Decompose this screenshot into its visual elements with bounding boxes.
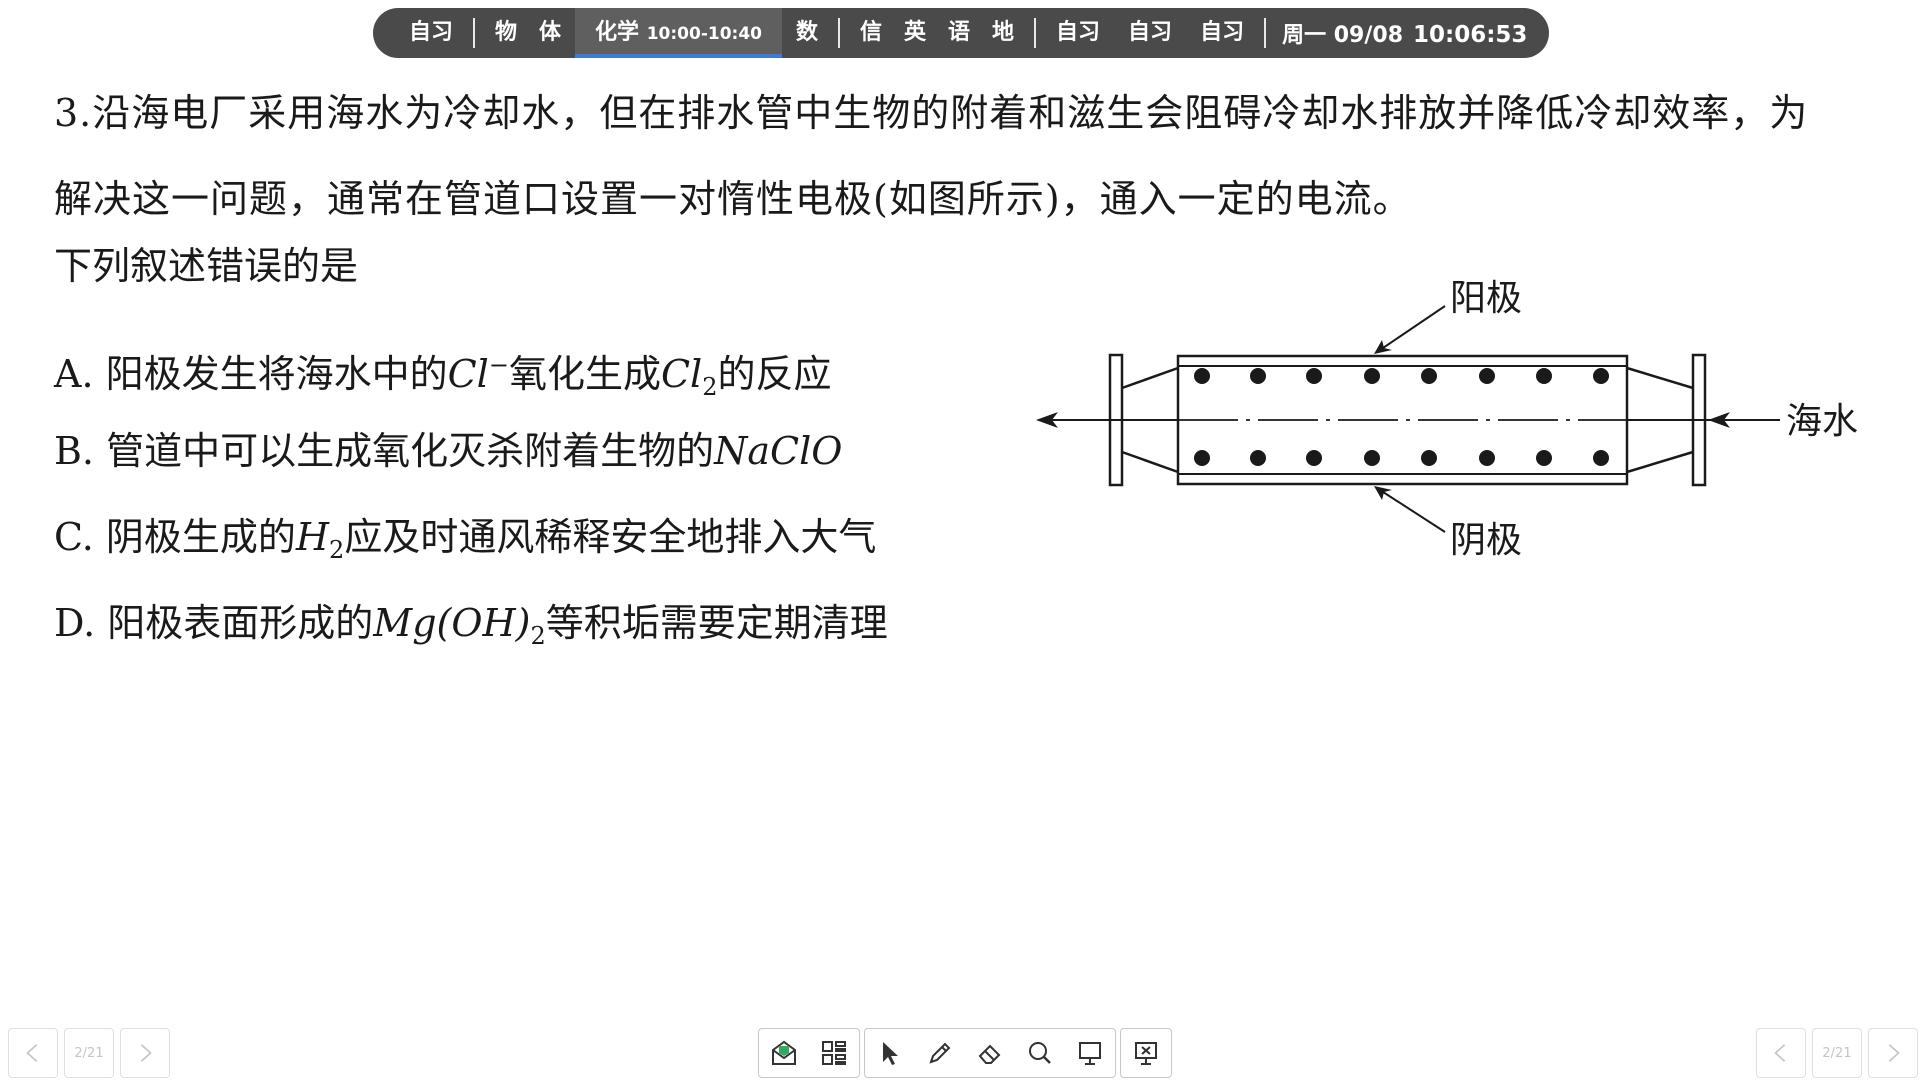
question-line: 3.沿海电厂采用海水为冷却水，但在排水管中生物的附着和滋生会阻碍冷却水排放并降低… bbox=[54, 70, 1884, 156]
question-text: 沿海电厂采用海水为冷却水，但在排水管中生物的附着和滋生会阻碍冷却水排放并降低冷却… bbox=[92, 91, 1809, 135]
formula-base: Mg(OH) bbox=[373, 601, 531, 645]
magnifier-icon bbox=[1029, 1042, 1051, 1064]
formula-sub: 2 bbox=[530, 622, 546, 650]
schedule-slot[interactable]: 数 bbox=[782, 8, 832, 58]
schedule-slot[interactable]: 物 体 bbox=[481, 8, 575, 58]
cathode-label: 阴极 bbox=[1450, 520, 1522, 561]
formula-cl2: Cl2 bbox=[660, 352, 718, 401]
formula-sub: 2 bbox=[329, 536, 345, 564]
classroom-app-button[interactable] bbox=[759, 1029, 809, 1077]
pipe-body bbox=[1176, 354, 1629, 486]
formula-h2: H2 bbox=[295, 515, 344, 564]
option-text: B. 管道中可以生成氧化灭杀附着生物的 bbox=[54, 429, 715, 473]
option-d[interactable]: D. 阳极表面形成的Mg(OH)2等积垢需要定期清理 bbox=[54, 580, 888, 666]
grid-icon bbox=[822, 1041, 846, 1065]
schedule-slot[interactable]: 自习 bbox=[1114, 8, 1186, 58]
anode-label: 阳极 bbox=[1450, 278, 1522, 319]
formula-base: Cl bbox=[660, 352, 703, 396]
chevron-left-icon bbox=[26, 1044, 38, 1062]
active-subject: 化学 bbox=[595, 20, 640, 45]
cathode-arrow-icon bbox=[1374, 486, 1392, 500]
option-c[interactable]: C. 阴极生成的H2应及时通风稀释安全地排入大气 bbox=[54, 494, 888, 580]
formula-naclo: NaClO bbox=[714, 429, 843, 473]
prev-page-button[interactable] bbox=[8, 1028, 58, 1078]
pager-left: 2/21 bbox=[8, 1028, 170, 1078]
eraser-icon bbox=[978, 1044, 1001, 1064]
anode-arrow-icon bbox=[1374, 340, 1392, 354]
clock-time: 10:06:53 bbox=[1413, 22, 1528, 48]
close-presentation-icon bbox=[1135, 1042, 1157, 1065]
option-b[interactable]: B. 管道中可以生成氧化灭杀附着生物的NaClO bbox=[54, 408, 888, 494]
grid-apps-button[interactable] bbox=[809, 1029, 859, 1077]
question-stem: 3.沿海电厂采用海水为冷却水，但在排水管中生物的附着和滋生会阻碍冷却水排放并降低… bbox=[54, 70, 1884, 242]
zoom-tool-button[interactable] bbox=[1015, 1029, 1065, 1077]
eraser-tool-button[interactable] bbox=[965, 1029, 1015, 1077]
option-text: A. 阳极发生将海水中的 bbox=[54, 352, 448, 396]
page-indicator: 2/21 bbox=[1812, 1028, 1862, 1078]
next-page-button[interactable] bbox=[120, 1028, 170, 1078]
toolbar-group-apps bbox=[758, 1028, 860, 1078]
exit-presentation-button[interactable] bbox=[1121, 1029, 1171, 1077]
schedule-divider bbox=[1264, 18, 1267, 48]
question-prompt: 下列叙述错误的是 bbox=[54, 244, 359, 288]
formula-base: H bbox=[295, 515, 330, 559]
seawater-label: 海水 bbox=[1786, 401, 1858, 442]
schedule-slot[interactable]: 自习 bbox=[1042, 8, 1114, 58]
prev-page-button[interactable] bbox=[1756, 1028, 1806, 1078]
option-a[interactable]: A. 阳极发生将海水中的Cl−氧化生成Cl2的反应 bbox=[54, 322, 888, 408]
formula-sub: 2 bbox=[702, 373, 718, 401]
active-time: 10:00-10:40 bbox=[646, 24, 762, 44]
option-text: 等积垢需要定期清理 bbox=[545, 601, 888, 645]
page-indicator: 2/21 bbox=[64, 1028, 114, 1078]
chevron-right-icon bbox=[140, 1044, 152, 1062]
anode-leader bbox=[1379, 305, 1446, 351]
pen-tool-button[interactable] bbox=[915, 1029, 965, 1077]
cathode-leader bbox=[1379, 489, 1446, 533]
cursor-icon bbox=[883, 1042, 898, 1065]
clock: 周一 09/08 10:06:53 bbox=[1272, 17, 1527, 49]
formula-base: Cl bbox=[447, 352, 489, 396]
schedule-slot-active[interactable]: 化学 10:00-10:40 bbox=[575, 8, 782, 58]
schedule-slot[interactable]: 信 英 语 地 bbox=[846, 8, 1028, 58]
chevron-right-icon bbox=[1888, 1044, 1900, 1062]
schedule-bar: 自习 物 体 化学 10:00-10:40 数 信 英 语 地 自习 自习 自习… bbox=[373, 8, 1549, 58]
options-list: A. 阳极发生将海水中的Cl−氧化生成Cl2的反应 B. 管道中可以生成氧化灭杀… bbox=[54, 322, 888, 666]
question-line: 解决这一问题，通常在管道口设置一对惰性电极(如图所示)，通入一定的电流。 bbox=[54, 177, 1412, 221]
pager-right: 2/21 bbox=[1756, 1028, 1918, 1078]
toolbar-group-exit bbox=[1120, 1028, 1172, 1078]
schedule-divider bbox=[838, 18, 841, 48]
pipe-diagram-svg: 阳极 阴极 海水 bbox=[1036, 278, 1858, 561]
weekday-date: 周一 09/08 bbox=[1282, 23, 1404, 48]
chevron-left-icon bbox=[1774, 1044, 1786, 1062]
formula-mgoh2: Mg(OH)2 bbox=[373, 601, 545, 650]
schedule-slot[interactable]: 自习 bbox=[1186, 8, 1258, 58]
formula-cl-ion: Cl− bbox=[447, 351, 509, 396]
formula-sup: − bbox=[488, 351, 509, 379]
option-text: 的反应 bbox=[717, 352, 832, 396]
annotation-toolbar bbox=[758, 1028, 1172, 1078]
option-text: D. 阳极表面形成的 bbox=[54, 601, 374, 645]
schedule-divider bbox=[473, 18, 476, 48]
whiteboard-icon bbox=[1079, 1042, 1101, 1065]
option-text: 应及时通风稀释安全地排入大气 bbox=[344, 515, 877, 559]
next-page-button[interactable] bbox=[1868, 1028, 1918, 1078]
pen-icon bbox=[929, 1042, 951, 1064]
board-tool-button[interactable] bbox=[1065, 1029, 1115, 1077]
schedule-slot[interactable]: 自习 bbox=[395, 8, 467, 58]
toolbar-group-tools bbox=[864, 1028, 1116, 1078]
option-text: C. 阴极生成的 bbox=[54, 515, 296, 559]
option-text: 氧化生成 bbox=[508, 352, 661, 396]
question-number: 3. bbox=[54, 91, 93, 135]
schedule-divider bbox=[1034, 18, 1037, 48]
select-tool-button[interactable] bbox=[865, 1029, 915, 1077]
pipe-diagram: 阳极 阴极 海水 bbox=[1030, 270, 1910, 570]
envelope-app-icon bbox=[772, 1040, 796, 1065]
